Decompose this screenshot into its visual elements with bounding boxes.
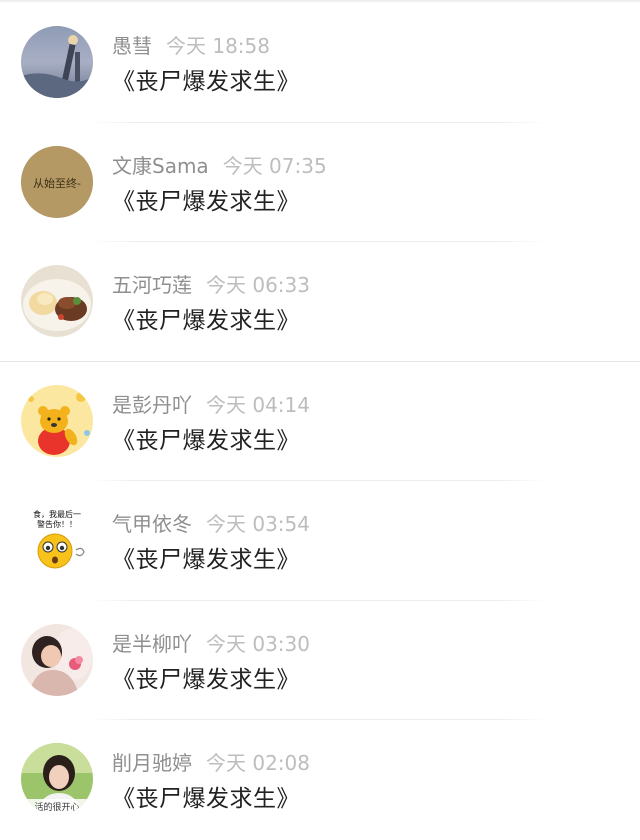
comment-item[interactable]: 活的很开心 削月驰婷 今天 02:08 《丧尸爆发求生》 <box>0 720 640 840</box>
username[interactable]: 五河巧莲 <box>112 273 192 297</box>
child-photo-avatar-icon <box>21 623 93 696</box>
comment-meta: 文康Sama 今天 07:35 <box>112 153 327 179</box>
avatar-text: 活的很开心 <box>34 801 79 813</box>
timestamp: 今天 18:58 <box>166 34 270 58</box>
username[interactable]: 削月驰婷 <box>112 751 192 775</box>
comment-item[interactable]: 是彭丹吖 今天 04:14 《丧尸爆发求生》 <box>0 362 640 481</box>
comment-item[interactable]: 食，我最后一 警告你！！ 气甲依冬 今天 03:54 《丧尸爆发求生》 <box>0 481 640 601</box>
comment-item[interactable]: 五河巧莲 今天 06:33 《丧尸爆发求生》 <box>0 242 640 362</box>
avatar[interactable] <box>21 384 93 457</box>
username[interactable]: 愚彗 <box>112 34 152 58</box>
comment-text: 《丧尸爆发求生》 <box>112 786 300 812</box>
username[interactable]: 气甲依冬 <box>112 512 192 536</box>
comment-item[interactable]: 愚彗 今天 18:58 《丧尸爆发求生》 <box>0 3 640 123</box>
shocked-emoji-avatar-icon: 食，我最后一 警告你！！ <box>21 504 93 576</box>
timestamp: 今天 03:54 <box>206 512 310 536</box>
comment-meta: 五河巧莲 今天 06:33 <box>112 272 310 298</box>
username[interactable]: 是彭丹吖 <box>112 393 192 417</box>
username[interactable]: 文康Sama <box>112 154 209 178</box>
comment-meta: 气甲依冬 今天 03:54 <box>112 511 310 537</box>
avatar[interactable] <box>21 265 93 337</box>
winnie-the-pooh-avatar-icon <box>21 384 93 457</box>
comment-text: 《丧尸爆发求生》 <box>112 69 300 95</box>
calligraphy-text-avatar-icon: 从始至终- <box>21 145 93 218</box>
avatar[interactable]: 活的很开心 <box>21 743 93 815</box>
comment-item[interactable]: 是半柳吖 今天 03:30 《丧尸爆发求生》 <box>0 601 640 720</box>
avatar-text: 从始至终- <box>33 176 81 190</box>
avatar[interactable]: 从始至终- <box>21 145 93 218</box>
smiling-girl-avatar-icon: 活的很开心 <box>21 743 93 815</box>
foggy-lake-avatar-icon <box>21 26 93 98</box>
avatar-text-line-1: 食，我最后一 <box>33 509 81 519</box>
comment-meta: 愚彗 今天 18:58 <box>112 33 270 59</box>
comment-list: 愚彗 今天 18:58 《丧尸爆发求生》 从始至终- 文康Sama 今天 07:35… <box>0 3 640 840</box>
comment-text: 《丧尸爆发求生》 <box>112 427 300 454</box>
timestamp: 今天 07:35 <box>222 153 327 178</box>
comment-item[interactable]: 从始至终- 文康Sama 今天 07:35 《丧尸爆发求生》 <box>0 123 640 242</box>
comment-text: 《丧尸爆发求生》 <box>112 547 300 573</box>
comment-text: 《丧尸爆发求生》 <box>112 188 300 215</box>
comment-meta: 是半柳吖 今天 03:30 <box>112 631 310 657</box>
comment-text: 《丧尸爆发求生》 <box>112 666 300 693</box>
comment-text: 《丧尸爆发求生》 <box>112 308 300 334</box>
username[interactable]: 是半柳吖 <box>112 632 192 656</box>
avatar[interactable]: 食，我最后一 警告你！！ <box>21 504 93 576</box>
food-plate-avatar-icon <box>21 265 93 337</box>
timestamp: 今天 03:30 <box>206 631 310 656</box>
avatar[interactable] <box>21 623 93 696</box>
timestamp: 今天 04:14 <box>206 392 310 417</box>
timestamp: 今天 02:08 <box>206 751 310 775</box>
avatar-text-line-2: 警告你！！ <box>37 519 77 529</box>
comment-meta: 是彭丹吖 今天 04:14 <box>112 392 310 418</box>
avatar[interactable] <box>21 26 93 98</box>
comment-meta: 削月驰婷 今天 02:08 <box>112 750 310 776</box>
timestamp: 今天 06:33 <box>206 273 310 297</box>
